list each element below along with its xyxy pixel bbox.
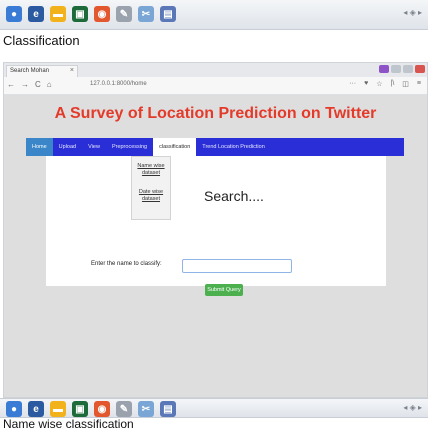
main-menu: Home Upload View Preprocessing classific… [26, 138, 404, 156]
tab-close-icon[interactable]: × [70, 67, 74, 74]
site-title: A Survey of Location Prediction on Twitt… [54, 105, 377, 122]
menu-home[interactable]: Home [26, 138, 53, 156]
back-icon[interactable]: ← [7, 80, 15, 89]
submit-query-button[interactable]: Submit Query [205, 284, 243, 296]
tray-icons: ◂ ◈ ▸ [403, 8, 422, 17]
reload-icon[interactable]: C [35, 80, 41, 89]
top-taskbar: ● e ▬ ▣ ◉ ✎ ✂ ▤ ◂ ◈ ▸ [0, 0, 428, 30]
nav-right-icons: ··· ♥ ☆ |\ ◫ ≡ [349, 80, 421, 88]
forward-icon[interactable]: → [21, 80, 29, 89]
tray-icons: ◂ ◈ ▸ [403, 403, 422, 412]
maximize-icon[interactable] [403, 65, 413, 73]
bottom-taskbar: ● e ▬ ▣ ◉ ✎ ✂ ▤ ◂ ◈ ▸ [0, 398, 428, 418]
menu-classification[interactable]: classification [153, 138, 197, 156]
name-input[interactable] [182, 259, 292, 273]
menu-trend-location-prediction[interactable]: Trend Location Prediction [196, 138, 270, 156]
sidebar-icon[interactable]: ◫ [402, 80, 409, 88]
bookmark-star-icon[interactable]: ☆ [376, 80, 382, 88]
firefox-icon[interactable]: ◉ [94, 401, 110, 417]
paint-icon[interactable]: ✎ [116, 401, 132, 417]
folder-icon[interactable]: ▬ [50, 6, 66, 22]
dropdown-date-wise-dataset[interactable]: Date wise dataset [132, 183, 170, 209]
ie-icon[interactable]: e [28, 401, 44, 417]
pocket-icon[interactable]: ♥ [364, 80, 368, 88]
start-icon[interactable]: ● [6, 401, 22, 417]
tool-icon[interactable]: ✂ [138, 6, 154, 22]
app-icon[interactable]: ▣ [72, 6, 88, 22]
menu-view[interactable]: View [82, 138, 106, 156]
name-input-label: Enter the name to classify: [91, 261, 162, 267]
close-icon[interactable] [415, 65, 425, 73]
classification-dropdown: Name wise dataset Date wise dataset [131, 156, 171, 220]
tool-icon[interactable]: ✂ [138, 401, 154, 417]
hamburger-menu-icon[interactable]: ≡ [417, 80, 421, 88]
page-actions-icon[interactable]: ··· [349, 80, 356, 88]
menu-upload[interactable]: Upload [53, 138, 82, 156]
editor-icon[interactable]: ▤ [160, 6, 176, 22]
nav-buttons: ← → C ⌂ [7, 80, 52, 89]
ie-icon[interactable]: e [28, 6, 44, 22]
url-bar[interactable]: 127.0.0.1:8000/home [90, 81, 147, 87]
caption-bottom: Name wise classification [3, 417, 134, 431]
library-icon[interactable]: |\ [391, 80, 395, 88]
taskbar-icons: ● e ▬ ▣ ◉ ✎ ✂ ▤ [6, 6, 176, 22]
taskbar-icons-bottom: ● e ▬ ▣ ◉ ✎ ✂ ▤ [6, 401, 176, 417]
system-tray-bottom: ◂ ◈ ▸ [403, 403, 422, 412]
browser-tab[interactable]: Search Mohan × [6, 65, 78, 77]
web-page: A Survey of Location Prediction on Twitt… [4, 95, 427, 397]
caption-top: Classification [3, 33, 80, 48]
home-icon[interactable]: ⌂ [47, 80, 52, 89]
window-controls [379, 65, 425, 73]
search-heading: Search.... [204, 188, 264, 204]
tab-title: Search Mohan [10, 68, 50, 74]
tab-bar: Search Mohan × [4, 63, 427, 77]
browser-window: Search Mohan × ← → C ⌂ 127.0.0.1:8000/ho… [3, 62, 428, 398]
app-icon[interactable]: ▣ [72, 401, 88, 417]
nav-bar: ← → C ⌂ 127.0.0.1:8000/home ··· ♥ ☆ |\ ◫… [4, 77, 427, 95]
content-panel: Name wise dataset Date wise dataset Sear… [46, 156, 386, 296]
folder-icon[interactable]: ▬ [50, 401, 66, 417]
dropdown-name-wise-dataset[interactable]: Name wise dataset [132, 157, 170, 183]
paint-icon[interactable]: ✎ [116, 6, 132, 22]
minimize-icon[interactable] [391, 65, 401, 73]
editor-icon[interactable]: ▤ [160, 401, 176, 417]
profile-icon[interactable] [379, 65, 389, 73]
menu-preprocessing[interactable]: Preprocessing [106, 138, 153, 156]
system-tray: ◂ ◈ ▸ [403, 8, 422, 17]
start-icon[interactable]: ● [6, 6, 22, 22]
firefox-icon[interactable]: ◉ [94, 6, 110, 22]
